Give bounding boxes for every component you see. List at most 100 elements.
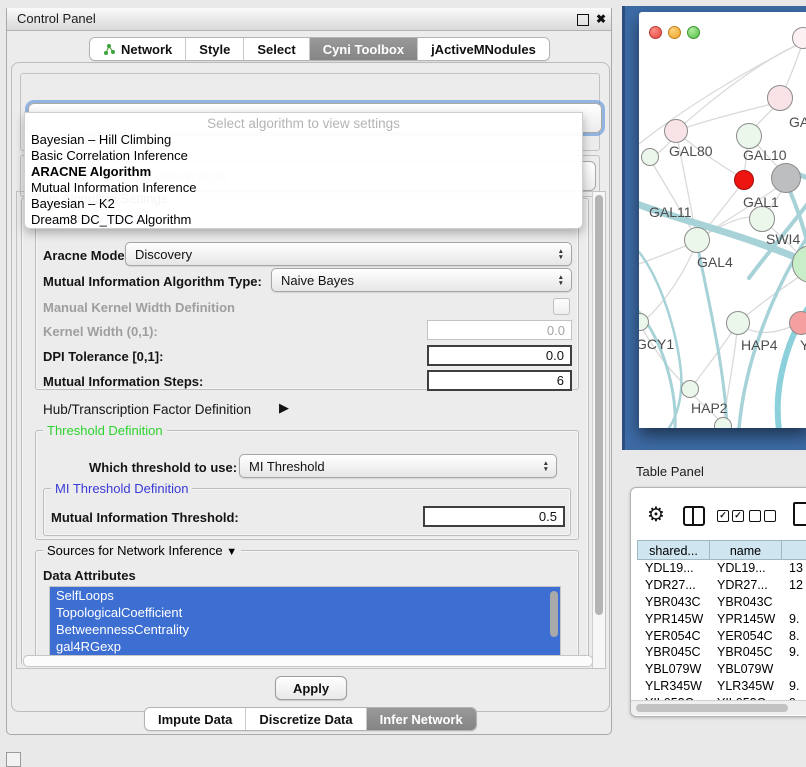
aracne-mode-combo[interactable]: Discovery ▲▼: [125, 242, 572, 266]
mi-type-label: Mutual Information Algorithm Type:: [43, 274, 262, 289]
cell[interactable]: YBR045C: [637, 645, 709, 659]
tab-cyni-toolbox[interactable]: Cyni Toolbox: [310, 38, 418, 60]
tab-select[interactable]: Select: [244, 38, 309, 60]
zoom-traffic-light[interactable]: [687, 26, 700, 39]
cell[interactable]: YDR27...: [637, 578, 709, 592]
cell[interactable]: 9.: [781, 679, 806, 693]
table-row[interactable]: YDL19... YDL19... 13: [637, 560, 806, 577]
table-row[interactable]: YLR345W YLR345W 9.: [637, 678, 806, 695]
list-scrollbar-thumb[interactable]: [550, 591, 558, 637]
list-item[interactable]: gal4RGexp: [50, 638, 560, 655]
data-attributes-list[interactable]: SelfLoops TopologicalCoefficient Between…: [49, 586, 561, 658]
cell[interactable]: YBR045C: [709, 645, 781, 659]
table-row[interactable]: YBR043C YBR043C: [637, 594, 806, 611]
gear-icon[interactable]: ⚙: [647, 502, 665, 527]
unchecked-columns-icon[interactable]: [749, 510, 776, 522]
apply-button[interactable]: Apply: [275, 676, 347, 700]
checked-columns-icon[interactable]: ✓✓: [717, 510, 744, 522]
node-red-selected[interactable]: [734, 170, 754, 190]
cell[interactable]: YER054C: [637, 629, 709, 643]
cell[interactable]: YBR043C: [709, 595, 781, 609]
columns-icon[interactable]: [683, 506, 705, 526]
settings-vertical-scrollbar[interactable]: [592, 192, 605, 668]
cell[interactable]: YPR145W: [637, 612, 709, 626]
manual-kernel-checkbox[interactable]: [553, 298, 570, 315]
column-header[interactable]: [781, 540, 806, 560]
cell[interactable]: YBL079W: [637, 662, 709, 676]
tab-impute-data[interactable]: Impute Data: [145, 708, 246, 730]
node-gal4[interactable]: [684, 227, 710, 253]
sources-title-text: Sources for Network Inference: [47, 543, 223, 558]
mi-steps-field[interactable]: 6: [427, 370, 572, 391]
settings-horizontal-scrollbar[interactable]: [23, 655, 593, 667]
node-gray[interactable]: [771, 163, 801, 193]
column-header[interactable]: name: [709, 540, 781, 560]
node-hap2[interactable]: [681, 380, 699, 398]
control-panel-window: Control Panel ✖ Network Style Select Cyn…: [6, 8, 612, 735]
cell[interactable]: 12: [781, 578, 806, 592]
collapse-arrow-icon[interactable]: ▼: [226, 546, 237, 558]
expand-arrow-icon[interactable]: ▶: [279, 400, 289, 416]
tab-jactivemnodules[interactable]: jActiveMNodules: [418, 38, 549, 60]
tab-discretize-data[interactable]: Discretize Data: [246, 708, 366, 730]
node-label: Y: [800, 337, 806, 353]
table-row[interactable]: YBL079W YBL079W: [637, 661, 806, 678]
bottom-left-grip-icon[interactable]: [6, 752, 21, 767]
cell[interactable]: YER054C: [709, 629, 781, 643]
node-gal10[interactable]: [736, 123, 762, 149]
cell[interactable]: 9.: [781, 645, 806, 659]
close-window-icon[interactable]: ✖: [596, 12, 606, 26]
cell[interactable]: 8.: [781, 629, 806, 643]
table-row[interactable]: YER054C YER054C 8.: [637, 627, 806, 644]
table-row[interactable]: YBR045C YBR045C 9.: [637, 644, 806, 661]
cell[interactable]: YDL19...: [709, 561, 781, 575]
which-threshold-combo[interactable]: MI Threshold ▲▼: [239, 454, 557, 478]
node-gal11[interactable]: [641, 148, 659, 166]
dropdown-item[interactable]: Dream8 DC_TDC Algorithm: [31, 212, 191, 227]
sources-title[interactable]: Sources for Network Inference ▼: [43, 543, 241, 558]
tab-infer-network[interactable]: Infer Network: [367, 708, 476, 730]
cell[interactable]: YDL19...: [637, 561, 709, 575]
dropdown-item[interactable]: Basic Correlation Inference: [31, 148, 188, 163]
column-header[interactable]: shared...: [637, 540, 709, 560]
node-salmon[interactable]: [789, 311, 806, 335]
cell[interactable]: 13: [781, 561, 806, 575]
cell[interactable]: 9.: [781, 612, 806, 626]
list-item[interactable]: TopologicalCoefficient: [50, 604, 560, 621]
node-gal80[interactable]: [664, 119, 688, 143]
scrollbar-thumb[interactable]: [636, 704, 788, 712]
minimize-traffic-light[interactable]: [668, 26, 681, 39]
list-item[interactable]: SelfLoops: [50, 587, 560, 604]
float-window-icon[interactable]: [577, 14, 589, 26]
node-bottom[interactable]: [714, 417, 732, 428]
node-gal-cut[interactable]: [767, 85, 793, 111]
network-window[interactable]: GAL GAL80 GAL10 GAL11 GAL1 GAL4 SWI4 GCY…: [639, 12, 806, 428]
dropdown-item[interactable]: Bayesian – K2: [31, 196, 115, 211]
table-horizontal-scrollbar[interactable]: [631, 700, 806, 715]
cell[interactable]: YLR345W: [637, 679, 709, 693]
tab-jactivemnodules-label: jActiveMNodules: [431, 42, 536, 57]
tab-network[interactable]: Network: [90, 38, 186, 60]
mi-threshold-value: 0.5: [539, 509, 557, 524]
table-row[interactable]: YPR145W YPR145W 9.: [637, 610, 806, 627]
scrollbar-thumb[interactable]: [595, 195, 603, 615]
document-icon[interactable]: [793, 502, 806, 526]
table-row[interactable]: YDR27... YDR27... 12: [637, 577, 806, 594]
mi-type-combo[interactable]: Naive Bayes ▲▼: [271, 268, 572, 292]
mi-threshold-field[interactable]: 0.5: [423, 506, 565, 527]
node-hap4[interactable]: [726, 311, 750, 335]
list-item[interactable]: BetweennessCentrality: [50, 621, 560, 638]
cell[interactable]: YPR145W: [709, 612, 781, 626]
cell[interactable]: YBL079W: [709, 662, 781, 676]
tab-style[interactable]: Style: [186, 38, 244, 60]
cell[interactable]: YLR345W: [709, 679, 781, 693]
close-traffic-light[interactable]: [649, 26, 662, 39]
dpi-tolerance-field[interactable]: 0.0: [427, 345, 572, 366]
stepper-arrows-icon: ▲▼: [558, 249, 564, 260]
tab-impute-data-label: Impute Data: [158, 712, 232, 727]
dropdown-item-highlighted[interactable]: ARACNE Algorithm: [31, 164, 151, 179]
cell[interactable]: YDR27...: [709, 578, 781, 592]
cell[interactable]: YBR043C: [637, 595, 709, 609]
dropdown-item[interactable]: Mutual Information Inference: [31, 180, 196, 195]
dropdown-item[interactable]: Bayesian – Hill Climbing: [31, 132, 171, 147]
